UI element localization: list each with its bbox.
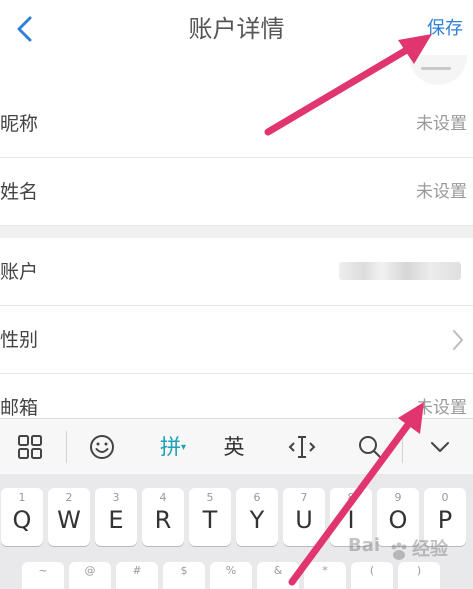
key-y[interactable]: 6Y bbox=[236, 488, 278, 546]
english-mode-button[interactable]: 英 bbox=[214, 419, 254, 475]
key-letter: O bbox=[388, 506, 408, 534]
section-divider bbox=[0, 226, 473, 238]
page-title: 账户详情 bbox=[188, 15, 285, 43]
key-number-hint: 7 bbox=[300, 491, 308, 504]
row-label: 昵称 bbox=[0, 113, 39, 135]
key-letter: I bbox=[347, 506, 355, 534]
row-label: 性别 bbox=[0, 329, 39, 351]
cursor-button[interactable] bbox=[282, 419, 322, 475]
emoji-button[interactable] bbox=[82, 419, 122, 475]
key-number-hint: 9 bbox=[394, 491, 402, 504]
key-letter: W bbox=[57, 506, 81, 534]
chevron-down-icon bbox=[431, 442, 449, 452]
key-letter: R bbox=[154, 506, 172, 534]
keyboard-toolbar: 拼▾ 英 bbox=[0, 418, 473, 475]
key-symbol-row[interactable]: & bbox=[257, 562, 299, 589]
key-number-hint: 2 bbox=[65, 491, 73, 504]
blurred-account-value bbox=[339, 262, 461, 280]
key-symbol-row[interactable]: ~ bbox=[22, 562, 64, 589]
key-letter: E bbox=[108, 506, 124, 534]
caret-down-icon: ▾ bbox=[180, 442, 187, 453]
key-e[interactable]: 3E bbox=[95, 488, 137, 546]
key-number-hint: 0 bbox=[441, 491, 449, 504]
save-button[interactable]: 保存 bbox=[427, 0, 463, 58]
pinyin-label: 拼 bbox=[159, 435, 181, 459]
grid-icon bbox=[18, 435, 42, 459]
toolbar-separator bbox=[66, 431, 67, 463]
watermark-text-left: Bai bbox=[348, 535, 381, 556]
key-number-hint: 6 bbox=[253, 491, 261, 504]
key-w[interactable]: 2W bbox=[48, 488, 90, 546]
nav-header: 账户详情 保存 bbox=[0, 0, 473, 58]
chevron-right-icon bbox=[453, 330, 463, 350]
cursor-icon bbox=[288, 436, 316, 458]
watermark: Bai 经验 bbox=[348, 535, 468, 569]
key-number-hint: 5 bbox=[206, 491, 214, 504]
row-label: 账户 bbox=[0, 261, 39, 283]
pinyin-mode-button[interactable]: 拼▾ bbox=[148, 419, 198, 475]
toolbar-separator bbox=[402, 431, 403, 463]
key-symbol-hint: & bbox=[273, 564, 283, 577]
key-symbol-row[interactable]: % bbox=[210, 562, 252, 589]
keyboard-menu-button[interactable] bbox=[10, 419, 50, 475]
key-symbol-row[interactable]: $ bbox=[163, 562, 205, 589]
emoji-icon bbox=[90, 435, 114, 459]
key-letter: Q bbox=[12, 506, 32, 534]
row-gender[interactable]: 性别 bbox=[0, 306, 473, 374]
avatar[interactable] bbox=[409, 55, 467, 85]
key-symbol-hint: @ bbox=[84, 564, 96, 577]
avatar-placeholder-mark bbox=[421, 67, 451, 70]
search-icon bbox=[359, 436, 382, 459]
key-q[interactable]: 1Q bbox=[1, 488, 43, 546]
english-label: 英 bbox=[223, 435, 245, 459]
row-name[interactable]: 姓名 未设置 bbox=[0, 158, 473, 226]
key-symbol-hint: ~ bbox=[38, 564, 48, 577]
key-symbol-row[interactable]: # bbox=[116, 562, 158, 589]
key-number-hint: 1 bbox=[18, 491, 26, 504]
key-number-hint: 3 bbox=[112, 491, 120, 504]
row-nickname[interactable]: 昵称 未设置 bbox=[0, 90, 473, 158]
key-symbol-row[interactable]: * bbox=[304, 562, 346, 589]
key-r[interactable]: 4R bbox=[142, 488, 184, 546]
key-symbol-hint: $ bbox=[180, 564, 188, 577]
key-symbol-hint: * bbox=[322, 564, 328, 577]
key-number-hint: 4 bbox=[159, 491, 167, 504]
row-value: 未设置 bbox=[416, 114, 467, 134]
key-letter: U bbox=[295, 506, 313, 534]
row-account: 账户 bbox=[0, 238, 473, 306]
search-button[interactable] bbox=[350, 419, 390, 475]
key-u[interactable]: 7U bbox=[283, 488, 325, 546]
key-letter: Y bbox=[249, 506, 265, 534]
key-symbol-hint: % bbox=[225, 564, 237, 577]
row-value: 未设置 bbox=[416, 182, 467, 202]
key-t[interactable]: 5T bbox=[189, 488, 231, 546]
key-letter: T bbox=[202, 506, 218, 534]
row-label: 姓名 bbox=[0, 181, 39, 203]
collapse-keyboard-button[interactable] bbox=[420, 419, 460, 475]
watermark-text-right: 经验 bbox=[412, 539, 448, 560]
key-number-hint: 8 bbox=[347, 491, 355, 504]
key-letter: P bbox=[437, 506, 453, 534]
key-symbol-row[interactable]: @ bbox=[69, 562, 111, 589]
key-symbol-hint: # bbox=[132, 564, 142, 577]
paw-icon bbox=[391, 542, 407, 560]
